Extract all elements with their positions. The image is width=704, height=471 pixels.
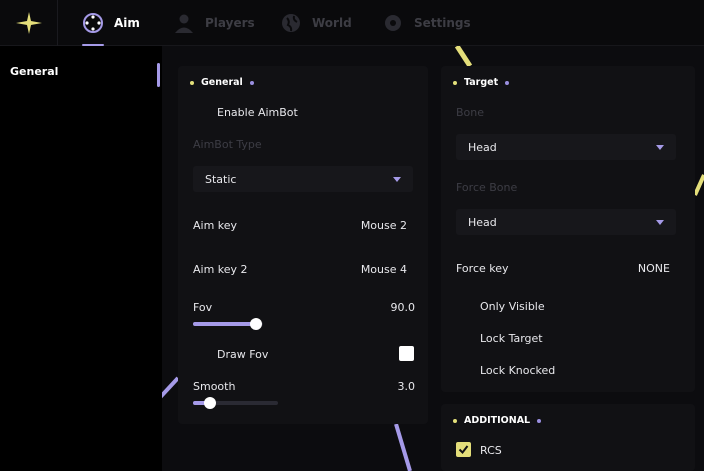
aim-key2-label: Aim key 2 — [193, 263, 248, 276]
aim-key-label: Aim key — [193, 219, 238, 232]
enable-aimbot-checkbox[interactable]: Enable AimBot — [217, 106, 298, 119]
smooth-slider[interactable] — [193, 397, 278, 409]
target-panel: Target Bone Head Force Bone Head Force k… — [441, 66, 695, 392]
dot-icon — [453, 80, 457, 85]
smooth-value: 3.0 — [397, 380, 416, 393]
tab-players-label: Players — [205, 16, 255, 30]
chevron-down-icon — [656, 220, 664, 225]
tab-aim-label: Aim — [114, 16, 140, 30]
sidebar-item-general[interactable]: General — [10, 65, 58, 78]
tab-world[interactable]: World — [280, 0, 352, 46]
aimbot-type-dropdown[interactable]: Static — [193, 166, 413, 192]
dot-icon — [190, 80, 194, 85]
person-icon — [173, 12, 195, 34]
aim-key-value[interactable]: Mouse 2 — [361, 219, 407, 232]
fov-slider[interactable] — [193, 318, 263, 330]
force-key-label: Force key — [456, 262, 509, 275]
star-logo-icon — [15, 12, 42, 34]
smooth-label: Smooth — [193, 380, 236, 393]
logo — [0, 0, 58, 46]
tab-settings[interactable]: Settings — [382, 0, 471, 46]
fov-label: Fov — [193, 301, 213, 314]
dot-icon — [505, 80, 510, 85]
fov-value: 90.0 — [390, 301, 416, 314]
top-nav: Aim Players World Settings — [0, 0, 704, 46]
lock-knocked-checkbox[interactable]: Lock Knocked — [480, 364, 555, 377]
rcs-checkbox[interactable] — [456, 442, 471, 457]
fov-slider-handle[interactable] — [250, 318, 262, 330]
sidebar: General — [0, 46, 162, 471]
aimbot-type-label: AimBot Type — [193, 138, 262, 151]
additional-panel: ADDITIONAL RCS — [441, 404, 695, 471]
active-tab-indicator — [82, 44, 104, 46]
target-panel-title: Target — [453, 77, 510, 88]
gear-icon — [382, 12, 404, 34]
checkmark-icon — [458, 445, 469, 455]
dot-icon — [453, 418, 457, 423]
tab-world-label: World — [312, 16, 352, 30]
fov-slider-fill — [193, 322, 256, 326]
chevron-down-icon — [393, 177, 401, 182]
dot-icon — [537, 418, 542, 423]
draw-fov-checkbox[interactable] — [399, 346, 414, 361]
crosshair-icon — [82, 12, 104, 34]
general-panel: General Enable AimBot AimBot Type Static… — [178, 66, 428, 424]
lock-target-checkbox[interactable]: Lock Target — [480, 332, 543, 345]
chevron-down-icon — [656, 145, 664, 150]
draw-fov-label: Draw Fov — [217, 348, 269, 361]
additional-panel-title: ADDITIONAL — [453, 415, 542, 426]
only-visible-checkbox[interactable]: Only Visible — [480, 300, 545, 313]
dot-icon — [249, 80, 254, 85]
force-bone-label: Force Bone — [456, 181, 518, 194]
sidebar-active-indicator — [157, 63, 160, 87]
general-panel-title: General — [190, 77, 254, 88]
tab-settings-label: Settings — [414, 16, 471, 30]
smooth-slider-handle[interactable] — [204, 397, 216, 409]
bone-label: Bone — [456, 106, 485, 119]
bone-dropdown[interactable]: Head — [456, 134, 676, 160]
tab-players[interactable]: Players — [173, 0, 255, 46]
tab-aim[interactable]: Aim — [82, 0, 140, 46]
force-bone-dropdown[interactable]: Head — [456, 209, 676, 235]
globe-icon — [280, 12, 302, 34]
aim-key2-value[interactable]: Mouse 4 — [361, 263, 407, 276]
rcs-label: RCS — [480, 444, 502, 457]
force-key-value[interactable]: NONE — [638, 262, 670, 275]
